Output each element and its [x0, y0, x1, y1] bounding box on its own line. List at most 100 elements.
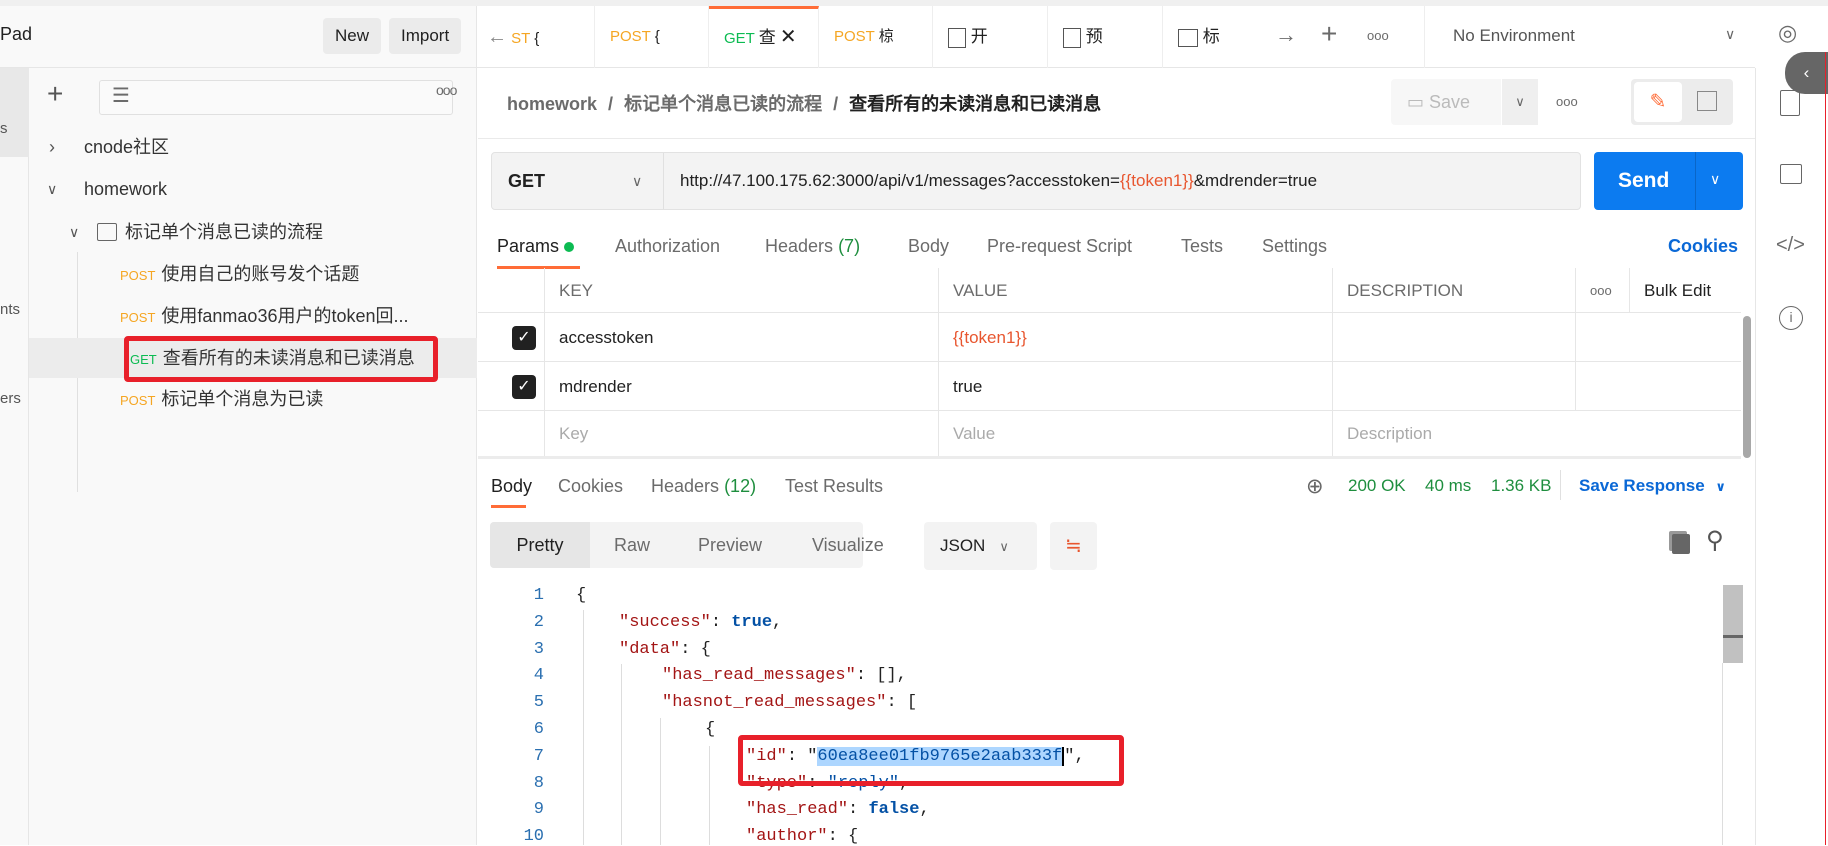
search-icon[interactable]: ⚲	[1706, 526, 1724, 555]
tab[interactable]: POST {	[595, 6, 709, 68]
send-button[interactable]: Send ∨	[1594, 152, 1743, 210]
save-dropdown[interactable]: ∨	[1502, 79, 1538, 125]
format-select[interactable]: JSON ∨	[924, 522, 1037, 570]
chevron-down-icon: ∨	[69, 224, 80, 240]
checkbox[interactable]: ✓	[512, 375, 536, 399]
add-tab-icon[interactable]: +	[1321, 18, 1337, 50]
environment-select[interactable]: No Environment ∨	[1424, 6, 1755, 68]
description-input[interactable]: Description	[1333, 411, 1576, 456]
request-name[interactable]: 查看所有的未读消息和已读消息	[849, 94, 1101, 114]
checkbox[interactable]: ✓	[512, 326, 536, 350]
wrap-lines-icon[interactable]: ≒	[1050, 522, 1097, 570]
collapse-panel-button[interactable]: ‹	[1785, 52, 1828, 94]
save-response-button[interactable]: Save Response ∨	[1579, 476, 1726, 496]
request-item[interactable]: POST 标记单个消息为已读	[29, 379, 477, 419]
param-value[interactable]: {{token1}}	[939, 313, 1333, 361]
line-number: 1	[533, 586, 544, 605]
param-key[interactable]: mdrender	[545, 362, 939, 410]
chevron-down-icon: ∨	[1715, 479, 1726, 494]
tab-params[interactable]: Params	[497, 236, 575, 257]
tab-active[interactable]: GET 查 ✕	[709, 6, 819, 68]
tree-folder[interactable]: ∨ 标记单个消息已读的流程	[29, 212, 477, 252]
save-button[interactable]: ▭ Save	[1391, 79, 1501, 125]
tab-tests[interactable]: Tests	[1181, 236, 1223, 257]
scrollbar[interactable]	[1743, 316, 1751, 458]
method-select[interactable]: GET ∨	[492, 153, 664, 209]
response-size[interactable]: 1.36 KB	[1491, 476, 1552, 496]
column-header: KEY	[545, 268, 939, 312]
view-pretty[interactable]: Pretty	[490, 522, 590, 568]
tab[interactable]: POST 椋	[819, 6, 933, 68]
import-button[interactable]: Import	[389, 18, 462, 54]
line-number: 4	[533, 666, 544, 686]
tab-headers[interactable]: Headers (12)	[651, 476, 756, 497]
view-preview[interactable]: Preview	[698, 535, 762, 556]
breadcrumb-item[interactable]: homework	[507, 94, 597, 114]
documentation-icon[interactable]	[1780, 90, 1800, 116]
tab-cookies[interactable]: Cookies	[558, 476, 623, 497]
request-item[interactable]: POST 使用自己的账号发个话题	[29, 254, 477, 294]
url-text: &mdrender=true	[1193, 171, 1318, 190]
tab-test-results[interactable]: Test Results	[785, 476, 883, 497]
environment-label: No Environment	[1453, 26, 1575, 45]
view-raw[interactable]: Raw	[614, 535, 650, 556]
nav-item-environments[interactable]: nts	[0, 301, 20, 318]
view-visualize[interactable]: Visualize	[812, 535, 884, 556]
request-item[interactable]: POST 使用fanmao36用户的token回...	[29, 296, 477, 336]
more-icon[interactable]: ooo	[1576, 268, 1630, 312]
more-icon[interactable]: ooo	[436, 82, 457, 98]
status-code[interactable]: 200 OK	[1348, 476, 1406, 496]
highlight-box	[738, 735, 1124, 786]
tab-pre-request-script[interactable]: Pre-request Script	[987, 236, 1132, 257]
filter-input[interactable]: ☰	[99, 80, 453, 115]
more-icon[interactable]: ooo	[1367, 28, 1389, 43]
code-scrollbar[interactable]	[1723, 585, 1743, 663]
param-description[interactable]	[1333, 313, 1576, 361]
comment-icon[interactable]	[1697, 91, 1717, 111]
cookies-link[interactable]: Cookies	[1668, 236, 1738, 257]
edit-icon[interactable]: ✎	[1634, 82, 1682, 122]
arrow-right-icon[interactable]: →	[1275, 22, 1297, 48]
tab-body[interactable]: Body	[908, 236, 949, 257]
key-input[interactable]: Key	[545, 411, 939, 456]
tab-body[interactable]: Body	[491, 476, 532, 497]
tab[interactable]: 开	[933, 6, 1048, 68]
bulk-edit-button[interactable]: Bulk Edit	[1630, 268, 1740, 312]
table-row: ✓ mdrender true	[478, 362, 1741, 411]
breadcrumb-item[interactable]: 标记单个消息已读的流程	[624, 94, 822, 114]
tab[interactable]: 预	[1048, 6, 1163, 68]
line-number: 2	[533, 612, 544, 632]
chevron-down-icon: ∨	[47, 181, 58, 197]
nav-item-collections[interactable]: s	[0, 120, 8, 137]
tab-settings[interactable]: Settings	[1262, 236, 1327, 257]
nav-item-active[interactable]	[0, 68, 29, 157]
new-button[interactable]: New	[323, 18, 382, 54]
nav-item-history[interactable]: ers	[0, 390, 21, 407]
chevron-down-icon[interactable]: ∨	[1710, 171, 1720, 188]
globe-icon[interactable]: ⊕	[1306, 474, 1324, 499]
tree-item-cnode[interactable]: › cnode社区	[29, 127, 477, 167]
param-description[interactable]	[1333, 362, 1576, 410]
params-table: KEY VALUE DESCRIPTION ooo Bulk Edit ✓ ac…	[478, 268, 1741, 459]
close-icon[interactable]: ✕	[780, 26, 797, 48]
add-icon[interactable]: +	[47, 78, 63, 110]
tab-authorization[interactable]: Authorization	[615, 236, 720, 257]
code-icon[interactable]: </>	[1776, 234, 1805, 257]
indent-guide	[709, 746, 710, 845]
tab[interactable]: 标	[1163, 6, 1273, 68]
tree-item-homework[interactable]: ∨ homework	[29, 169, 477, 209]
tab-headers[interactable]: Headers (7)	[765, 236, 860, 257]
response-time[interactable]: 40 ms	[1425, 476, 1471, 496]
comments-icon[interactable]	[1780, 164, 1802, 184]
more-icon[interactable]: ooo	[1556, 94, 1578, 109]
eye-icon[interactable]: ◎	[1778, 20, 1797, 46]
url-input[interactable]: http://47.100.175.62:3000/api/v1/message…	[680, 153, 1317, 209]
tab-bar: ← ST { POST { GET 查 ✕ POST 椋 开 预 标 → + o…	[477, 6, 1755, 68]
copy-icon[interactable]	[1672, 534, 1690, 554]
info-icon[interactable]: i	[1779, 306, 1803, 330]
param-value[interactable]: true	[939, 362, 1333, 410]
tab[interactable]: ← ST {	[477, 6, 595, 68]
param-key[interactable]: accesstoken	[545, 313, 939, 361]
value-input[interactable]: Value	[939, 411, 1333, 456]
url-text: http://47.100.175.62:3000/api/v1/message…	[680, 171, 1120, 190]
